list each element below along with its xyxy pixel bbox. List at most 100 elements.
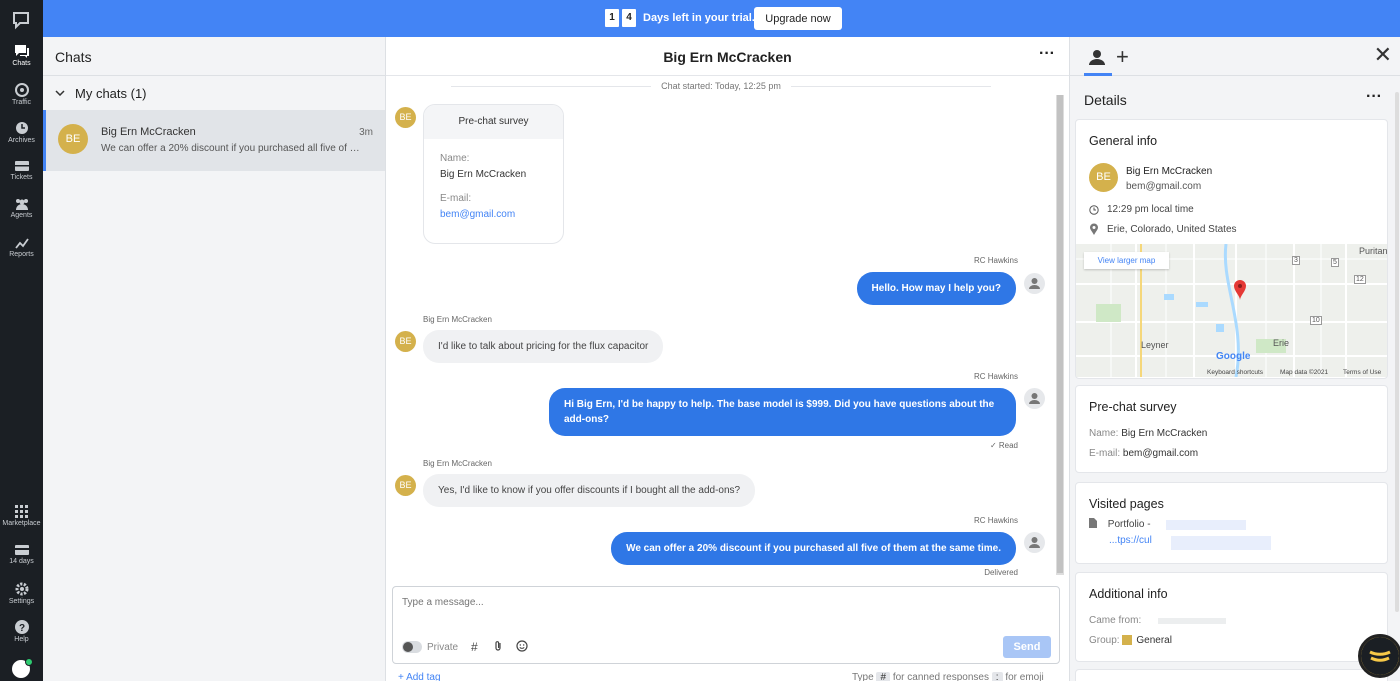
widget-logo-icon xyxy=(1361,637,1399,675)
chat-widget-launcher-icon[interactable] xyxy=(1358,634,1400,678)
nav-label: Reports xyxy=(9,251,34,258)
location-map[interactable]: View larger map Puritan Leyner Erie 3 5 … xyxy=(1076,244,1387,377)
avatar: BE xyxy=(395,331,416,352)
nav-item-help[interactable]: ? Help xyxy=(0,620,43,643)
grid-icon xyxy=(15,505,28,518)
message-status: Delivered xyxy=(984,568,1018,577)
close-icon[interactable]: ✕ xyxy=(1374,42,1392,68)
view-larger-map-link[interactable]: View larger map xyxy=(1084,252,1169,269)
conversation-header: Big Ern McCracken ··· xyxy=(386,37,1069,76)
add-tag-link[interactable]: + Add tag xyxy=(398,672,441,681)
chat-list-panel: Chats My chats (1) BE Big Ern McCracken … xyxy=(43,37,386,681)
app-logo-icon[interactable] xyxy=(11,10,31,30)
chat-list-item[interactable]: BE Big Ern McCracken 3m We can offer a 2… xyxy=(43,110,385,171)
avatar: BE xyxy=(395,475,416,496)
group-row: Group: General xyxy=(1089,635,1172,646)
message-composer: Private # Send xyxy=(392,586,1060,664)
clock-icon xyxy=(1089,204,1099,215)
message-sender: Big Ern McCracken xyxy=(423,459,492,468)
add-tab-icon[interactable]: + xyxy=(1116,44,1129,70)
lock-icon xyxy=(403,642,413,652)
upgrade-button[interactable]: Upgrade now xyxy=(754,7,842,30)
nav-item-agents[interactable]: Agents xyxy=(0,198,43,219)
local-time: 12:29 pm local time xyxy=(1107,204,1194,215)
chart-line-icon xyxy=(14,238,29,249)
agent-message: Hi Big Ern, I'd be happy to help. The ba… xyxy=(549,388,1016,436)
chat-preview: We can offer a 20% discount if you purch… xyxy=(101,143,361,154)
visitor-message: Yes, I'd like to know if you offer disco… xyxy=(423,474,756,507)
message-sender: Big Ern McCracken xyxy=(423,315,492,324)
nav-label: Chats xyxy=(12,60,31,67)
agent-message: We can offer a 20% discount if you purch… xyxy=(611,532,1016,565)
hint-colon-key: : xyxy=(991,672,1003,681)
chat-time: 3m xyxy=(359,127,373,138)
nav-item-traffic[interactable]: Traffic xyxy=(0,83,43,106)
user-avatar[interactable] xyxy=(10,658,33,680)
send-button[interactable]: Send xyxy=(1003,636,1051,658)
person-icon xyxy=(1029,537,1040,548)
avatar: BE xyxy=(58,124,88,154)
nav-item-marketplace[interactable]: Marketplace xyxy=(0,505,43,527)
svg-text:?: ? xyxy=(18,623,24,634)
emoji-icon[interactable] xyxy=(516,640,528,655)
survey-email-link[interactable]: bem@gmail.com xyxy=(440,207,547,223)
map-footer[interactable]: Keyboard shortcuts xyxy=(1207,369,1263,376)
visited-page-url[interactable]: ...tps://cul xyxy=(1109,535,1152,546)
survey-email-row: E-mail: bem@gmail.com xyxy=(1089,448,1198,459)
visitor-email: bem@gmail.com xyxy=(1126,181,1202,192)
agent-message: Hello. How may I help you? xyxy=(856,272,1016,305)
details-title: Details xyxy=(1084,92,1127,108)
scrollbar[interactable] xyxy=(1056,95,1064,575)
map-label: 5 xyxy=(1331,258,1339,267)
scrollbar-thumb[interactable] xyxy=(1057,95,1063,573)
section-label: My chats (1) xyxy=(75,85,147,101)
map-footer[interactable]: Terms of Use xyxy=(1343,369,1381,376)
traffic-icon xyxy=(14,83,29,97)
nav-item-chats[interactable]: Chats xyxy=(0,44,43,67)
agent-avatar xyxy=(1024,388,1045,409)
survey-title: Pre-chat survey xyxy=(424,105,563,139)
hash-icon[interactable]: # xyxy=(471,640,478,654)
google-logo: Google xyxy=(1216,351,1251,362)
nav-item-settings[interactable]: Settings xyxy=(0,582,43,605)
message-sender: RC Hawkins xyxy=(973,372,1018,381)
pre-chat-survey-card: Pre-chat survey Name: Big Ern McCracken … xyxy=(423,104,564,244)
map-label: Leyner xyxy=(1141,340,1169,350)
attachment-icon[interactable] xyxy=(493,640,503,655)
private-toggle[interactable] xyxy=(402,641,422,653)
message-input[interactable] xyxy=(402,597,1002,608)
map-label: Erie xyxy=(1273,338,1290,348)
redacted-area xyxy=(1171,536,1271,550)
message-status: ✓ Read xyxy=(989,441,1018,450)
agents-icon xyxy=(15,199,28,210)
chat-list-title: Chats xyxy=(43,37,385,76)
map-footer: Map data ©2021 xyxy=(1280,369,1329,376)
survey-name-row: Name: Big Ern McCracken xyxy=(1089,428,1207,439)
map-label: 3 xyxy=(1292,256,1300,265)
person-icon xyxy=(1029,278,1040,289)
nav-item-reports[interactable]: Reports xyxy=(0,237,43,258)
trial-digit: 1 xyxy=(605,9,619,27)
nav-label: Traffic xyxy=(11,99,32,106)
nav-label: 14 days xyxy=(9,558,34,565)
nav-rail: Chats Traffic Archives Tickets Agents Re… xyxy=(0,0,43,681)
chevron-down-icon xyxy=(55,90,65,96)
map-label: 12 xyxy=(1354,275,1366,284)
online-status-dot xyxy=(25,658,33,666)
my-chats-section[interactable]: My chats (1) xyxy=(43,76,385,110)
nav-label: Agents xyxy=(10,212,33,219)
scrollbar[interactable] xyxy=(1395,92,1399,612)
nav-item-archives[interactable]: Archives xyxy=(0,121,43,144)
more-options-icon[interactable]: ··· xyxy=(1366,88,1382,106)
trial-countdown: 1 4 Days left in your trial. xyxy=(605,9,755,27)
trial-digit: 4 xyxy=(622,9,636,27)
person-tab-icon[interactable] xyxy=(1088,49,1106,65)
additional-info-card: Additional info Came from: Group: Genera… xyxy=(1075,572,1388,662)
nav-item-trial-days[interactable]: 14 days xyxy=(0,544,43,565)
card-title: Pre-chat survey xyxy=(1089,400,1177,414)
trial-banner: 1 4 Days left in your trial. Upgrade now xyxy=(43,0,1400,37)
survey-name-value: Big Ern McCracken xyxy=(1121,428,1208,439)
more-options-icon[interactable]: ··· xyxy=(1039,45,1055,63)
nav-item-tickets[interactable]: Tickets xyxy=(0,160,43,181)
nav-label: Settings xyxy=(8,598,35,605)
